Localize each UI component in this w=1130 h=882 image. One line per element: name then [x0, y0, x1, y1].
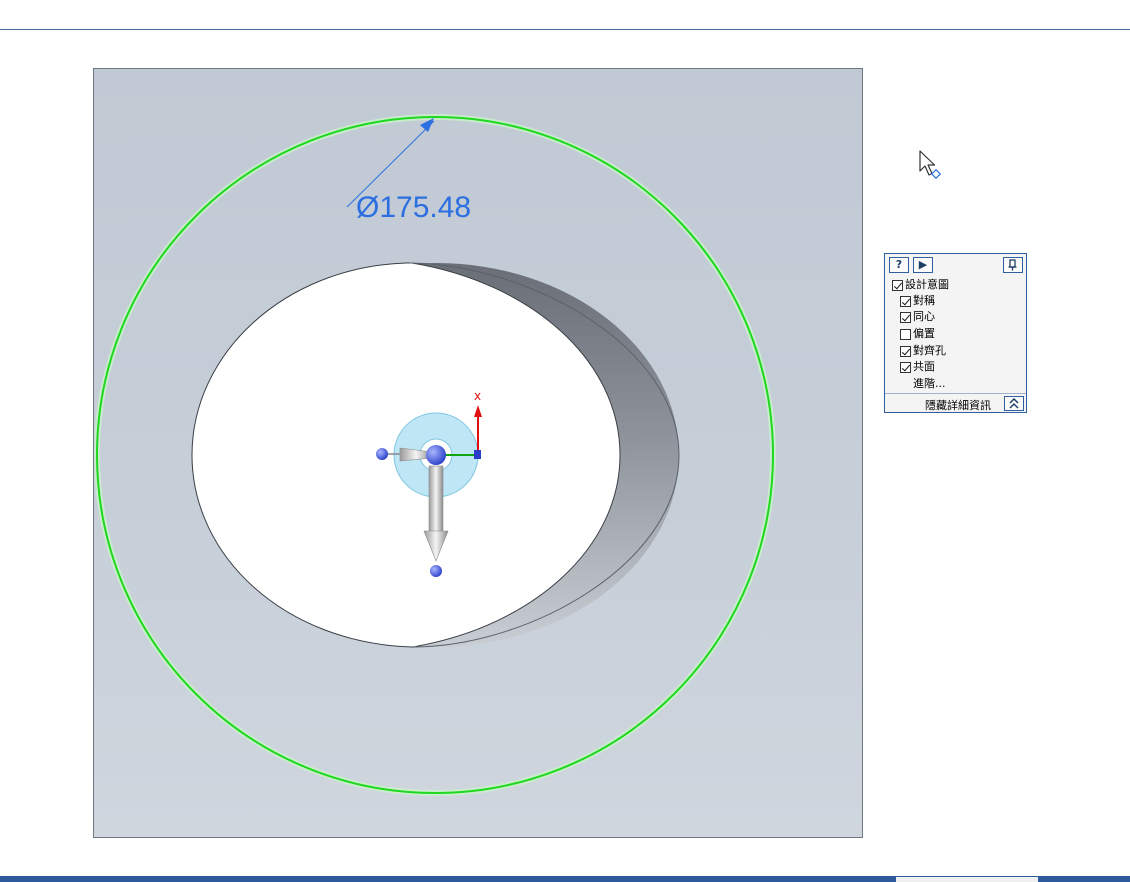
3d-viewport[interactable]: Ø175.48 x [93, 68, 863, 838]
checkbox[interactable] [900, 311, 911, 323]
advanced-label: 進階... [913, 377, 946, 390]
intent-item-label: 同心 [913, 310, 935, 323]
intent-item-label: 對齊孔 [913, 344, 946, 357]
advanced-link[interactable]: 進階... [913, 376, 946, 392]
checkbox[interactable] [892, 279, 903, 291]
play-button[interactable]: ▶ [913, 257, 933, 273]
top-divider [0, 29, 1130, 30]
pin-icon [1008, 259, 1017, 271]
help-button[interactable]: ? [889, 257, 909, 273]
intent-item-symmetry[interactable]: 對稱 [900, 293, 935, 309]
checkbox[interactable] [900, 295, 911, 307]
intent-item-concentric[interactable]: 同心 [900, 309, 935, 325]
checkbox[interactable] [900, 328, 911, 340]
checkbox[interactable] [900, 345, 911, 357]
intent-item-label: 偏置 [913, 327, 935, 340]
diameter-dimension[interactable]: Ø175.48 [346, 118, 471, 224]
intent-item-offset[interactable]: 偏置 [900, 326, 935, 342]
hide-details-link[interactable]: 隱藏詳細資訊 [925, 397, 991, 413]
intent-item-label: 共面 [913, 360, 935, 373]
dimension-value[interactable]: Ø175.48 [356, 191, 471, 224]
design-intent-panel: ? ▶ 設計意圖 對稱 同心 偏置 對齊孔 共面 進階... 隱藏詳細資訊 [884, 253, 1027, 413]
status-field[interactable] [896, 877, 1038, 882]
svg-text:x: x [474, 389, 481, 403]
intent-item-coplanar[interactable]: 共面 [900, 359, 935, 375]
checkbox[interactable] [900, 361, 911, 373]
collapse-chevron-icon [1009, 398, 1019, 409]
intent-item-design-intent[interactable]: 設計意圖 [892, 277, 949, 293]
pin-button[interactable] [1003, 257, 1023, 273]
intent-item-label: 設計意圖 [905, 278, 949, 291]
intent-item-label: 對稱 [913, 294, 935, 307]
panel-divider [885, 393, 1026, 394]
collapse-button[interactable] [1004, 396, 1024, 411]
cursor-icon [918, 150, 944, 182]
intent-item-aligned-holes[interactable]: 對齊孔 [900, 343, 946, 359]
left-handle-ball[interactable] [376, 448, 388, 460]
center-ball[interactable] [426, 445, 446, 465]
down-handle-ball[interactable] [430, 565, 442, 577]
